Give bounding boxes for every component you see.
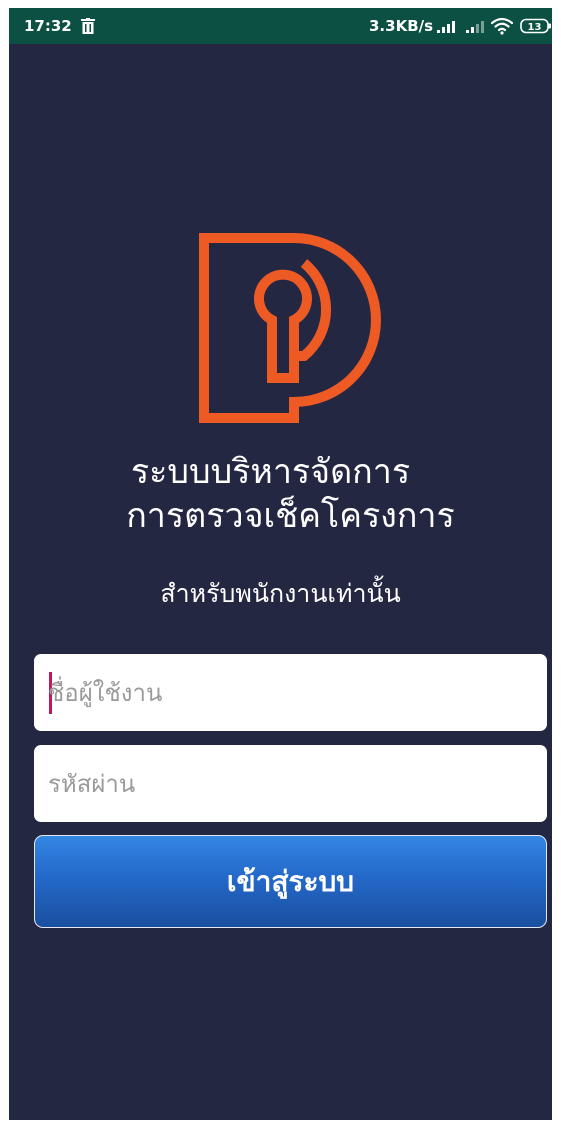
username-field[interactable] [34,654,547,731]
signal-icon [466,21,484,33]
battery-level: 13 [528,22,542,33]
network-speed: 3.3KB/s [369,17,434,35]
username-input[interactable] [48,654,528,731]
app-title-line-1: ระบบบริหารจัดการ [130,452,411,492]
login-button[interactable]: เข้าสู่ระบบ [34,835,547,928]
signal-icon [437,21,455,33]
trash-icon [81,18,95,34]
staff-only-subtitle: สำหรับพนักงานเท่านั้น [160,579,401,608]
app-title-line-2: การตรวจเช็คโครงการ [126,496,455,536]
password-field[interactable] [34,745,547,822]
password-input[interactable] [48,745,528,822]
battery-icon: 13 [520,18,551,34]
status-bar: 17:32 3.3KB/s 13 [9,8,552,44]
app-screen: 17:32 3.3KB/s 13 ระบบบริหารจัดการ การตรว… [9,8,552,1120]
keyhole-d-logo-icon [199,233,381,423]
status-time: 17:32 [24,17,72,35]
app-title: ระบบบริหารจัดการ การตรวจเช็คโครงการ [9,450,552,538]
wifi-icon [491,17,513,35]
